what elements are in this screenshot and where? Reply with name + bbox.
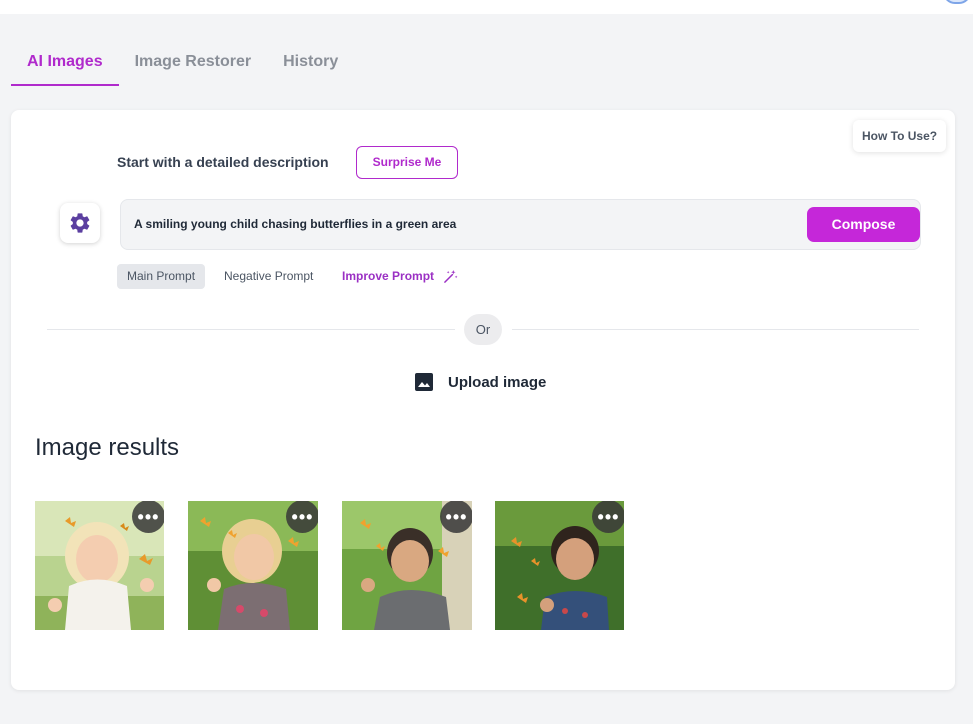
how-to-use-button[interactable]: How To Use? [853, 120, 947, 152]
tab-ai-images[interactable]: AI Images [11, 40, 119, 86]
or-separator: Or [464, 314, 502, 345]
image-icon [415, 373, 433, 391]
result-image-3[interactable]: ••• [342, 501, 472, 630]
generator-card: How To Use? Start with a detailed descri… [11, 110, 955, 690]
tab-negative-prompt[interactable]: Negative Prompt [224, 264, 313, 289]
magic-wand-icon [444, 269, 458, 283]
more-options-icon[interactable]: ••• [592, 501, 624, 533]
divider-right [512, 329, 919, 330]
more-options-icon[interactable]: ••• [132, 501, 164, 533]
tab-image-restorer[interactable]: Image Restorer [119, 40, 268, 86]
result-image-1[interactable]: ••• [35, 501, 164, 630]
upload-image-button[interactable]: Upload image [414, 372, 546, 392]
result-image-2[interactable]: ••• [188, 501, 318, 630]
surprise-me-button[interactable]: Surprise Me [356, 146, 458, 179]
results-title: Image results [35, 434, 180, 461]
more-options-icon[interactable]: ••• [440, 501, 472, 533]
upload-image-label: Upload image [448, 373, 547, 391]
improve-prompt-label: Improve Prompt [342, 269, 435, 283]
tab-history[interactable]: History [267, 40, 354, 86]
prompt-input[interactable]: A smiling young child chasing butterflie… [120, 199, 921, 250]
description-label: Start with a detailed description [117, 154, 329, 170]
divider-left [47, 329, 455, 330]
gear-icon [70, 213, 90, 233]
result-image-4[interactable]: ••• [495, 501, 624, 630]
main-tabs: AI Images Image Restorer History [11, 40, 354, 86]
user-avatar[interactable] [943, 0, 971, 4]
more-options-icon[interactable]: ••• [286, 501, 318, 533]
prompt-input-text[interactable]: A smiling young child chasing butterflie… [134, 200, 456, 249]
settings-button[interactable] [60, 203, 100, 243]
improve-prompt-button[interactable]: Improve Prompt [342, 264, 458, 289]
compose-button[interactable]: Compose [807, 207, 920, 242]
tab-main-prompt[interactable]: Main Prompt [117, 264, 206, 289]
top-bar [0, 0, 973, 14]
